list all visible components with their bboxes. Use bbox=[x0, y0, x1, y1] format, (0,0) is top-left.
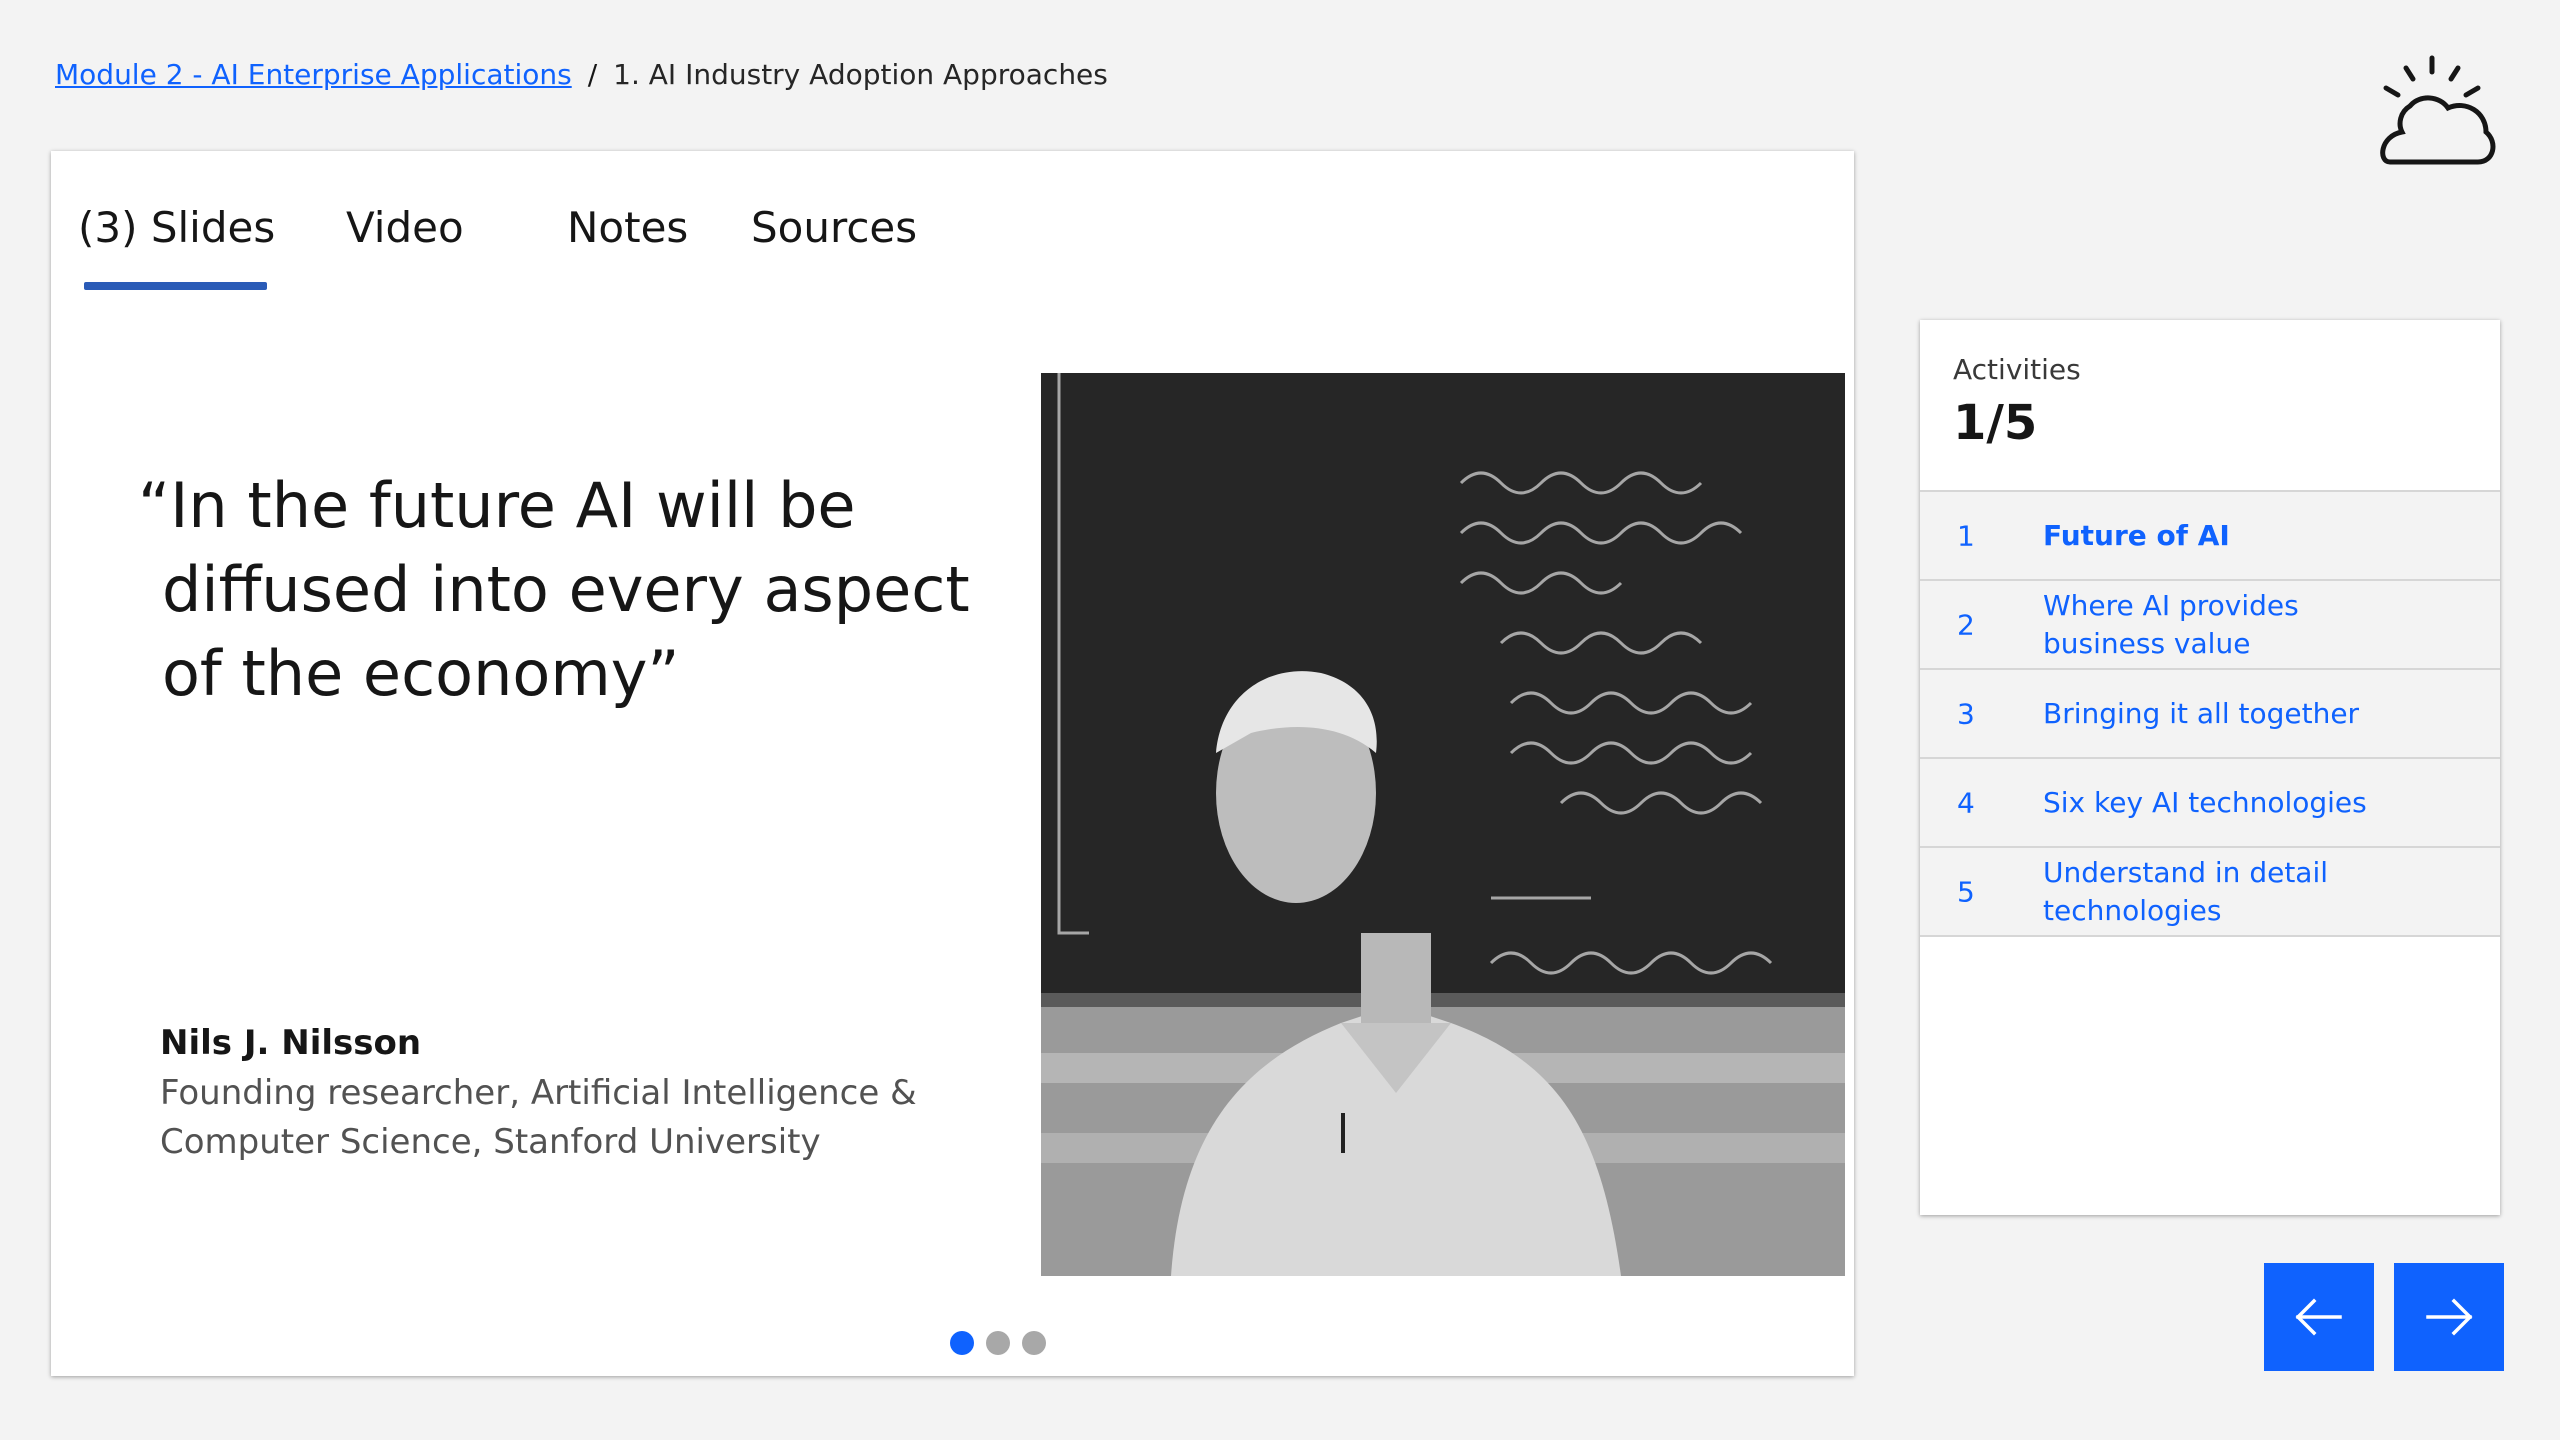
tab-notes[interactable]: Notes bbox=[567, 203, 688, 252]
activities-count: 1/5 bbox=[1953, 395, 2038, 451]
quote-author-title: Founding researcher, Artificial Intellig… bbox=[160, 1073, 917, 1162]
activities-label: Activities bbox=[1953, 353, 2081, 386]
breadcrumb-parent-link[interactable]: Module 2 - AI Enterprise Applications bbox=[55, 58, 572, 91]
activity-item-2[interactable]: 2 Where AI provides business value bbox=[1920, 581, 2500, 670]
next-button[interactable] bbox=[2394, 1263, 2504, 1371]
quote-author-name: Nils J. Nilsson bbox=[160, 1023, 422, 1063]
activity-number: 2 bbox=[1957, 608, 1975, 641]
activity-item-1[interactable]: 1 Future of AI bbox=[1920, 492, 2500, 581]
breadcrumb-separator: / bbox=[587, 58, 598, 91]
breadcrumb: Module 2 - AI Enterprise Applications / … bbox=[55, 58, 1108, 91]
cloud-sun-icon bbox=[2370, 50, 2500, 170]
tab-slides[interactable]: (3) Slides bbox=[78, 203, 275, 252]
activity-item-3[interactable]: 3 Bringing it all together bbox=[1920, 670, 2500, 759]
content-card: (3) Slides Video Notes Sources “In the f… bbox=[51, 151, 1854, 1376]
slide-dot-3[interactable] bbox=[1022, 1331, 1046, 1355]
slide-quote: “In the future AI will be diffused into … bbox=[138, 469, 970, 710]
slide-dot-2[interactable] bbox=[986, 1331, 1010, 1355]
activities-list: 1 Future of AI 2 Where AI provides busin… bbox=[1920, 490, 2500, 937]
activity-title: Future of AI bbox=[2043, 518, 2230, 552]
activity-number: 4 bbox=[1957, 786, 1975, 819]
arrow-left-icon bbox=[2295, 1298, 2342, 1336]
activity-title: Bringing it all together bbox=[2043, 696, 2360, 730]
activity-number: 3 bbox=[1957, 697, 1975, 730]
activity-number: 5 bbox=[1957, 875, 1975, 908]
slide-pagination bbox=[950, 1331, 1046, 1355]
tab-video[interactable]: Video bbox=[346, 203, 464, 252]
slide-photo bbox=[1041, 373, 1845, 1276]
tab-sources[interactable]: Sources bbox=[751, 203, 917, 252]
active-tab-indicator bbox=[84, 282, 267, 290]
activity-item-4[interactable]: 4 Six key AI technologies bbox=[1920, 759, 2500, 848]
activities-panel: Activities 1/5 1 Future of AI 2 Where AI… bbox=[1920, 320, 2500, 1215]
activity-title: Where AI provides business value bbox=[2043, 588, 2299, 660]
breadcrumb-current: 1. AI Industry Adoption Approaches bbox=[613, 58, 1108, 91]
activity-item-5[interactable]: 5 Understand in detail technologies bbox=[1920, 848, 2500, 937]
activity-number: 1 bbox=[1957, 519, 1975, 552]
activity-title: Six key AI technologies bbox=[2043, 785, 2367, 819]
slide-dot-1[interactable] bbox=[950, 1331, 974, 1355]
activity-title: Understand in detail technologies bbox=[2043, 855, 2329, 927]
arrow-right-icon bbox=[2426, 1298, 2473, 1336]
previous-button[interactable] bbox=[2264, 1263, 2374, 1371]
